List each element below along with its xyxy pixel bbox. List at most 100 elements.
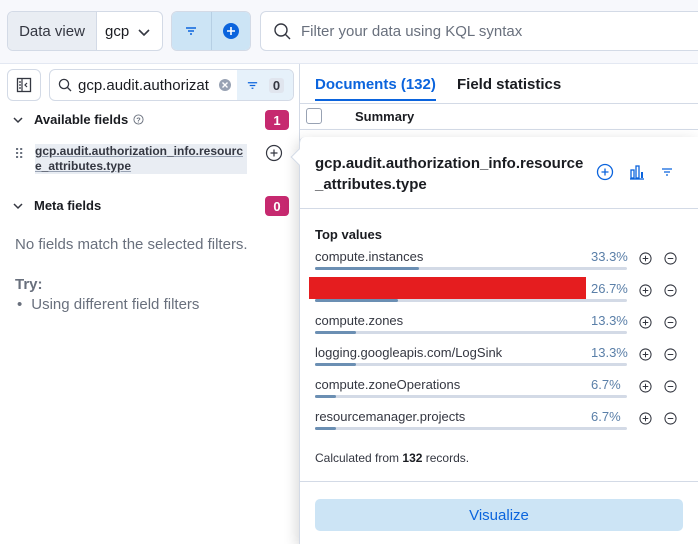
filter-out-value-icon[interactable]: [664, 348, 677, 361]
field-type-filter-button[interactable]: 0: [237, 70, 293, 100]
visualize-button[interactable]: Visualize: [315, 499, 683, 531]
field-details-popover: gcp.audit.authorization_info.resource_at…: [290, 137, 698, 544]
top-value-percent: 6.7%: [591, 409, 621, 424]
top-value-percent: 13.3%: [591, 313, 628, 328]
svg-text:?: ?: [136, 115, 141, 124]
select-all-checkbox[interactable]: [306, 108, 322, 124]
top-value-row: compute.instances 33.3%: [315, 249, 685, 279]
top-value-row: compute.zoneOperations 6.7%: [315, 377, 685, 407]
calc-suffix: records.: [425, 451, 470, 465]
popover-divider: [300, 208, 698, 209]
calc-count: 132: [402, 451, 423, 465]
try-suggestion-text: Using different field filters: [31, 296, 200, 313]
top-value-bar-track: [315, 299, 627, 302]
tab-field-statistics[interactable]: Field statistics: [457, 76, 561, 93]
top-value-name: resourcemanager.projects: [315, 409, 466, 424]
top-value-bar-fill: [315, 267, 419, 270]
filter-for-value-icon[interactable]: [639, 316, 652, 329]
try-label: Try:: [15, 276, 43, 293]
top-value-bar-track: [315, 267, 627, 270]
filter-for-value-icon[interactable]: [639, 380, 652, 393]
kql-search-bar[interactable]: [260, 11, 698, 51]
chevron-down-icon: [13, 202, 23, 209]
clear-icon[interactable]: [218, 78, 232, 92]
top-value-row: logging.googleapis.com/LogSink 13.3%: [315, 345, 685, 375]
filter-out-value-icon[interactable]: [664, 316, 677, 329]
popover-footer-divider: [300, 481, 698, 482]
top-value-bar-fill: [315, 331, 356, 334]
data-view-value: gcp: [105, 22, 130, 40]
available-fields-count: 1: [265, 110, 289, 130]
data-view-label: Data view: [8, 12, 97, 50]
top-value-bar-track: [315, 363, 627, 366]
field-list-sidebar: gcp.audit.authorizat 0 Available fields …: [0, 64, 300, 544]
meta-fields-count: 0: [265, 196, 289, 216]
top-value-bar-track: [315, 331, 627, 334]
collapse-sidebar-button[interactable]: [7, 69, 41, 101]
add-filter-button[interactable]: [210, 12, 250, 50]
top-value-bar-fill: [315, 395, 336, 398]
top-value-bar-fill: [315, 363, 356, 366]
top-value-name: compute.instances: [315, 249, 424, 264]
top-value-percent: 13.3%: [591, 345, 628, 360]
filter-for-value-icon[interactable]: [639, 252, 652, 265]
top-value-bar-fill: [315, 299, 398, 302]
filter-menu-button[interactable]: [172, 12, 211, 50]
redacted-value: [309, 277, 586, 299]
add-field-icon[interactable]: [596, 163, 614, 181]
filter-out-value-icon[interactable]: [664, 412, 677, 425]
top-value-row: resourcemanager.projects 6.7%: [315, 409, 685, 439]
filter-for-value-icon[interactable]: [639, 348, 652, 361]
chevron-down-icon: [13, 116, 23, 123]
field-search-value[interactable]: gcp.audit.authorizat: [78, 77, 210, 94]
query-controls: [171, 11, 251, 51]
meta-fields-header[interactable]: Meta fields: [12, 198, 101, 213]
question-icon[interactable]: ?: [133, 114, 144, 125]
field-search-box[interactable]: gcp.audit.authorizat 0: [49, 69, 294, 101]
data-view-select[interactable]: gcp: [97, 12, 162, 50]
field-name[interactable]: gcp.audit.authorization_info.resource_at…: [35, 144, 247, 174]
visualize-chart-icon[interactable]: [628, 163, 646, 181]
meta-fields-label: Meta fields: [34, 198, 102, 213]
filter-for-value-icon[interactable]: [639, 412, 652, 425]
top-value-name: compute.zones: [315, 313, 404, 328]
calculated-from-text: Calculated from 132 records.: [315, 451, 469, 465]
top-value-row: compute.zones 13.3%: [315, 313, 685, 343]
chevron-down-icon: [138, 29, 150, 37]
filter-for-value-icon[interactable]: [639, 284, 652, 297]
data-view-picker[interactable]: Data view gcp: [7, 11, 163, 51]
calc-prefix: Calculated from: [315, 451, 400, 465]
sidebar-collapse-icon: [16, 77, 32, 93]
field-list-item[interactable]: ⠿ gcp.audit.authorization_info.resource_…: [10, 144, 290, 180]
top-values-label: Top values: [315, 227, 382, 242]
filter-out-value-icon[interactable]: [664, 380, 677, 393]
add-field-icon[interactable]: [265, 144, 283, 162]
top-value-bar-fill: [315, 427, 336, 430]
top-bar: Data view gcp: [0, 0, 698, 64]
filter-icon: [186, 27, 197, 35]
filter-icon[interactable]: [660, 165, 674, 179]
top-value-name: logging.googleapis.com/LogSink: [315, 345, 503, 360]
top-value-bar-track: [315, 395, 627, 398]
search-icon: [58, 78, 72, 92]
filter-out-value-icon[interactable]: [664, 252, 677, 265]
top-value-percent: 33.3%: [591, 249, 628, 264]
popover-field-title: gcp.audit.authorization_info.resource_at…: [315, 155, 584, 193]
top-value-name: compute.zoneOperations: [315, 377, 461, 392]
filter-out-value-icon[interactable]: [664, 284, 677, 297]
drag-handle-icon[interactable]: ⠿: [14, 146, 24, 163]
try-suggestion-item: • Using different field filters: [17, 296, 200, 313]
grid-header: Summary: [300, 104, 698, 130]
kql-search-input[interactable]: [301, 22, 681, 40]
filter-count-badge: 0: [268, 77, 285, 93]
top-value-percent: 6.7%: [591, 377, 621, 392]
available-fields-label: Available fields: [34, 112, 129, 127]
available-fields-header[interactable]: Available fields ?: [12, 112, 144, 127]
search-icon: [274, 23, 291, 40]
tab-documents[interactable]: Documents (132): [315, 76, 436, 101]
plus-circle-icon: [222, 23, 239, 39]
no-fields-message: No fields match the selected filters.: [15, 236, 248, 253]
summary-column-header[interactable]: Summary: [355, 109, 414, 124]
top-value-bar-track: [315, 427, 627, 430]
filter-icon: [247, 81, 258, 89]
